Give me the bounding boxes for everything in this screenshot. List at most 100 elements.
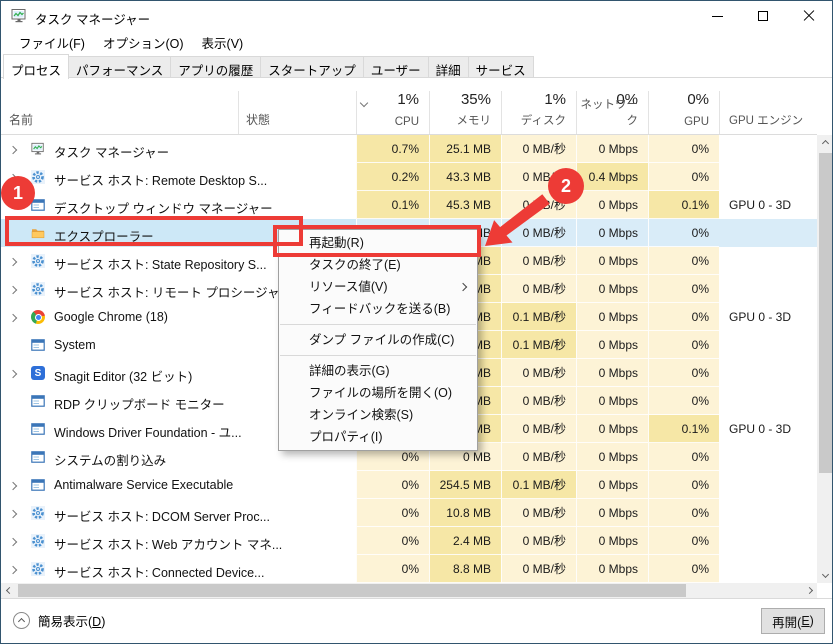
annotation-step2-badge: 2 [548,168,584,204]
network-cell: 0 Mbps [576,387,648,415]
gpu-cell: 0% [648,387,719,415]
maximize-button[interactable] [740,1,786,31]
process-name: Google Chrome (18) [54,310,168,324]
tab-スタートアップ[interactable]: スタートアップ [261,56,364,78]
table-header: 名前 状態 1%CPU35%メモリ1%ディスク0%ネットワーク0%GPUGPU … [1,89,817,135]
column-header-ネットワーク[interactable]: ネットワーク [576,96,638,128]
disk-cell: 0 MB/秒 [501,275,576,303]
tab-ユーザー[interactable]: ユーザー [364,56,429,78]
table-row[interactable]: サービス ホスト: Remote Desktop S...0.2%43.3 MB… [1,163,817,191]
network-cell: 0 Mbps [576,415,648,443]
horizontal-scrollbar-thumb[interactable] [18,584,686,597]
disk-cell: 0 MB/秒 [501,359,576,387]
task-manager-app-icon [11,8,27,24]
gpu-cell: 0% [648,499,719,527]
process-name-cell[interactable]: サービス ホスト: Connected Device... [1,555,356,583]
column-header-name[interactable]: 名前 [9,111,33,128]
scroll-up-icon[interactable] [817,135,833,152]
expand-chevron-icon[interactable] [10,506,16,520]
scroll-down-icon[interactable] [817,566,833,583]
expand-chevron-icon[interactable] [10,310,16,324]
table-row[interactable]: サービス ホスト: DCOM Server Proc...0%10.8 MB0 … [1,499,817,527]
vertical-scrollbar[interactable] [817,135,833,583]
gpu_engine-cell [719,275,817,303]
context-menu-item[interactable]: タスクの終了(E) [279,254,477,276]
scroll-left-icon[interactable] [1,583,17,598]
process-name-cell[interactable]: サービス ホスト: Web アカウント マネ... [1,527,356,555]
gpu-cell: 0% [648,359,719,387]
window-icon [31,338,45,352]
tab-詳細[interactable]: 詳細 [429,56,469,78]
context-menu-item[interactable]: ファイルの場所を開く(O) [279,382,477,404]
network-cell: 0 Mbps [576,527,648,555]
gpu_engine-cell [719,499,817,527]
network-cell: 0 Mbps [576,135,648,163]
gpu_engine-cell [719,471,817,499]
network-cell: 0 Mbps [576,191,648,219]
table-row[interactable]: サービス ホスト: Connected Device...0%8.8 MB0 M… [1,555,817,583]
process-name: Windows Driver Foundation - ユ... [54,422,242,441]
column-header-GPU エンジン[interactable]: GPU エンジン [729,112,817,128]
tab-パフォーマンス[interactable]: パフォーマンス [69,56,171,78]
resume-button[interactable]: 再開(E) [761,608,825,634]
gpu_engine-cell [719,527,817,555]
column-header-ディスク[interactable]: ディスク [501,112,566,128]
column-header-メモリ[interactable]: メモリ [429,112,491,128]
menu-separator [280,355,476,356]
tab-プロセス[interactable]: プロセス [3,54,69,79]
gpu-cell: 0% [648,303,719,331]
context-menu-item[interactable]: プロパティ(I) [279,426,477,448]
expand-chevron-icon[interactable] [10,366,16,380]
close-button[interactable] [786,1,832,31]
expand-chevron-icon[interactable] [10,282,16,296]
tab-アプリの履歴[interactable]: アプリの履歴 [171,56,261,78]
context-menu-item[interactable]: ダンプ ファイルの作成(C) [279,329,477,351]
process-name-cell[interactable]: タスク マネージャー [1,135,356,163]
disk-cell: 0 MB/秒 [501,527,576,555]
gpu-cell: 0% [648,219,719,247]
context-menu-item[interactable]: オンライン検索(S) [279,404,477,426]
expand-chevron-icon[interactable] [10,478,16,492]
table-row[interactable]: サービス ホスト: Web アカウント マネ...0%2.4 MB0 MB/秒0… [1,527,817,555]
expand-chevron-icon[interactable] [10,142,16,156]
horizontal-scrollbar[interactable] [1,583,817,598]
simple-view-toggle[interactable]: 簡易表示(D) [13,611,105,630]
table-row[interactable]: Antimalware Service Executable0%254.5 MB… [1,471,817,499]
context-menu-item[interactable]: フィードバックを送る(B) [279,298,477,320]
scroll-right-icon[interactable] [801,583,817,598]
gpu-cell: 0% [648,163,719,191]
context-menu-item[interactable]: 詳細の表示(G) [279,360,477,382]
task-manager-window: タスク マネージャー ファイル(F)オプション(O)表示(V) プロセスパフォー… [0,0,833,644]
expand-chevron-icon[interactable] [10,534,16,548]
gpu_engine-cell [719,163,817,191]
tab-サービス[interactable]: サービス [469,56,534,78]
column-header-CPU[interactable]: CPU [356,116,419,128]
disk-cell: 0.1 MB/秒 [501,471,576,499]
column-header-GPU[interactable]: GPU [648,116,709,128]
process-name-cell[interactable]: デスクトップ ウィンドウ マネージャー [1,191,356,219]
process-name: タスク マネージャー [54,142,169,161]
gpu-cell: 0.1% [648,191,719,219]
expand-chevron-icon[interactable] [10,254,16,268]
expand-chevron-icon[interactable] [10,562,16,576]
table-row[interactable]: デスクトップ ウィンドウ マネージャー0.1%45.3 MB0 MB/秒0 Mb… [1,191,817,219]
menubar-item[interactable]: ファイル(F) [10,31,94,54]
vertical-scrollbar-thumb[interactable] [819,153,832,473]
process-name-cell[interactable]: サービス ホスト: Remote Desktop S... [1,163,356,191]
table-row[interactable]: タスク マネージャー0.7%25.1 MB0 MB/秒0 Mbps0% [1,135,817,163]
gpu_engine-cell: GPU 0 - 3D [719,191,817,219]
context-menu-item[interactable]: リソース値(V) [279,276,477,298]
process-name: サービス ホスト: DCOM Server Proc... [54,506,270,525]
menubar-item[interactable]: 表示(V) [193,31,253,54]
process-name: Antimalware Service Executable [54,478,233,492]
menubar-item[interactable]: オプション(O) [94,31,193,54]
column-header-status[interactable]: 状態 [246,111,270,128]
process-name-cell[interactable]: Antimalware Service Executable [1,471,356,499]
process-name: サービス ホスト: Web アカウント マネ... [54,534,282,553]
cpu-cell: 0.7% [356,135,429,163]
snagit-icon: S [31,366,45,380]
cpu-cell: 0.1% [356,191,429,219]
process-name-cell[interactable]: サービス ホスト: DCOM Server Proc... [1,499,356,527]
memory-cell: 2.4 MB [429,527,501,555]
minimize-button[interactable] [694,1,740,31]
